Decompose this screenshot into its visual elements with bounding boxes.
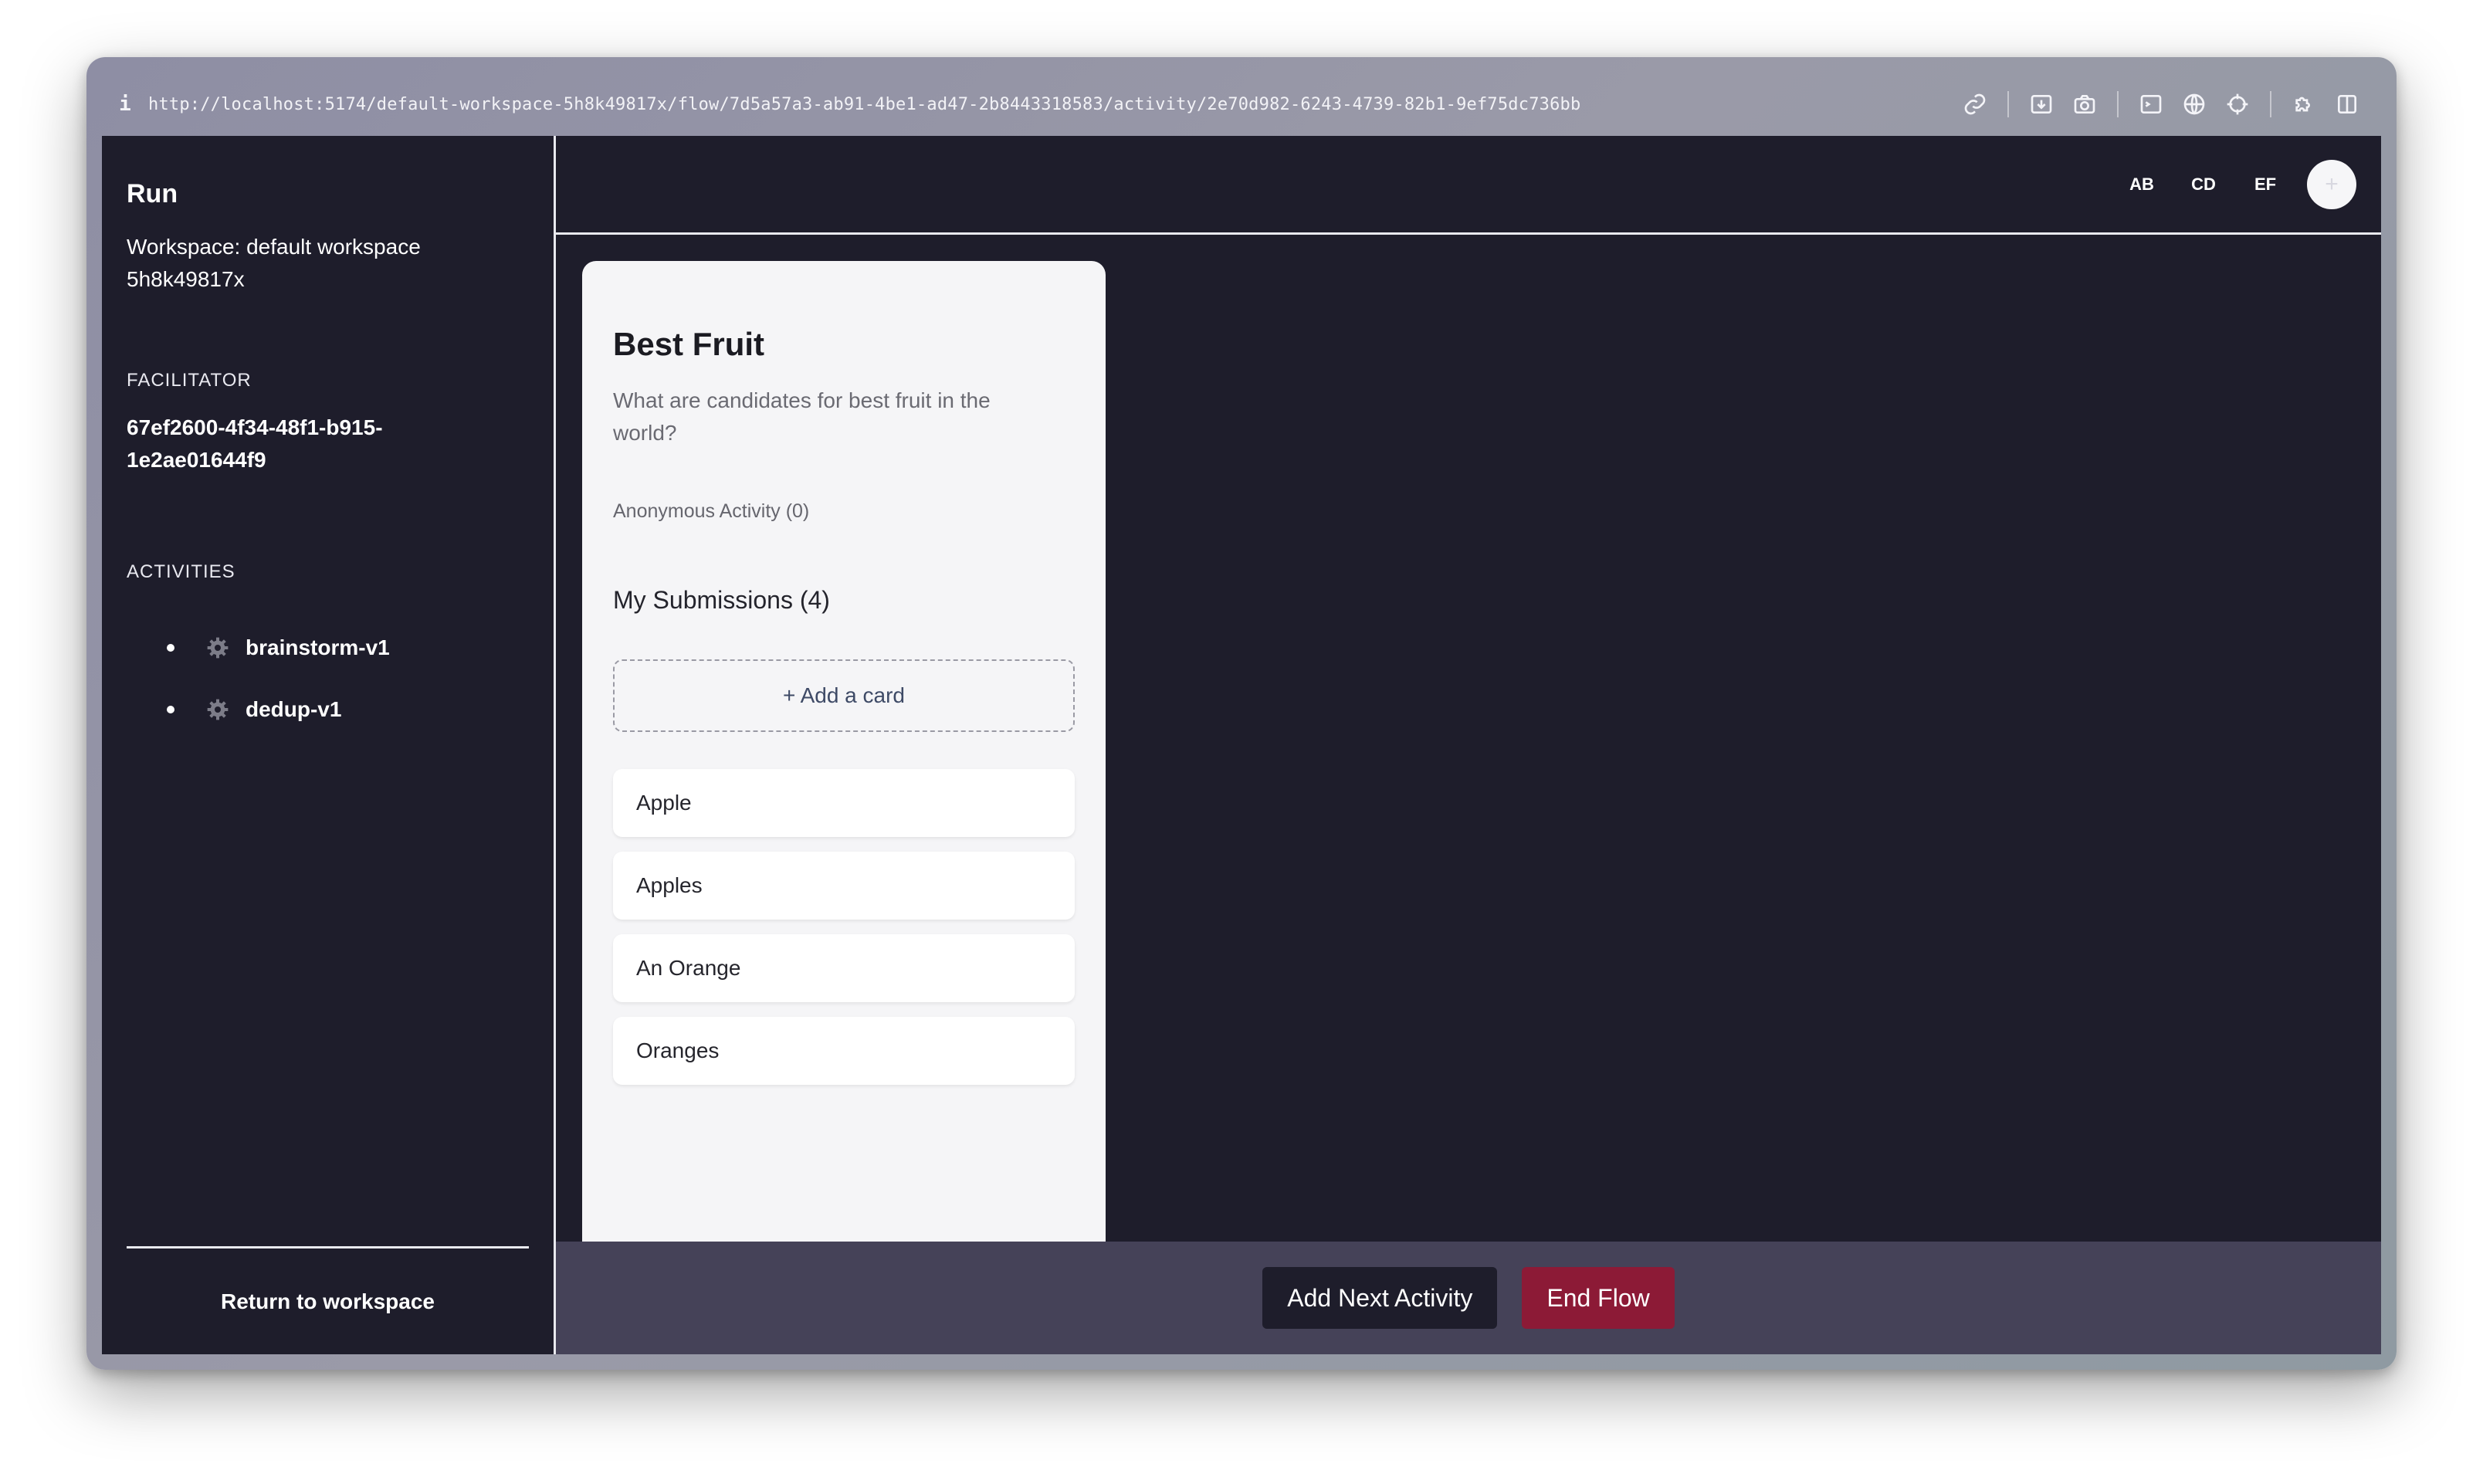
address-bar: i http://localhost:5174/default-workspac… xyxy=(102,73,2381,136)
add-participant-button[interactable]: + xyxy=(2307,159,2356,209)
activity-title: Best Fruit xyxy=(613,326,765,362)
sidebar: Run Workspace: default workspace 5h8k498… xyxy=(102,136,556,1354)
browser-toolbar xyxy=(1953,73,2369,136)
end-flow-button[interactable]: End Flow xyxy=(1522,1267,1675,1329)
activity-label: dedup-v1 xyxy=(246,697,342,721)
terminal-icon[interactable] xyxy=(2129,83,2173,126)
facilitator-id: 67ef2600-4f34-48f1-b915-1e2ae01644f9 xyxy=(127,415,383,472)
bullet xyxy=(167,644,174,652)
page-title: Run xyxy=(127,179,178,208)
toolbar-divider xyxy=(2270,91,2271,117)
participants-bar: AB CD EF + xyxy=(556,136,2381,235)
browser-window: i http://localhost:5174/default-workspac… xyxy=(86,57,2397,1370)
sidebar-icon[interactable] xyxy=(2325,83,2369,126)
bullet xyxy=(167,706,174,713)
participant-ef[interactable]: EF xyxy=(2234,174,2296,195)
my-submissions-heading: My Submissions (4) xyxy=(613,586,830,614)
return-to-workspace-button[interactable]: Return to workspace xyxy=(221,1289,435,1314)
add-card-button[interactable]: + Add a card xyxy=(613,659,1075,732)
crosshair-icon[interactable] xyxy=(2216,83,2259,126)
activity-list: brainstorm-v1 dedup-v1 xyxy=(127,617,529,740)
url-text[interactable]: http://localhost:5174/default-workspace-… xyxy=(148,95,1580,114)
sidebar-footer: Return to workspace xyxy=(127,1246,529,1354)
gear-icon xyxy=(205,697,230,722)
anonymous-activity-count: Anonymous Activity (0) xyxy=(613,500,810,522)
action-bar: Add Next Activity End Flow xyxy=(556,1242,2381,1354)
activities-label: ACTIVITIES xyxy=(127,561,235,582)
participant-cd[interactable]: CD xyxy=(2173,174,2234,195)
toolbar-divider xyxy=(2007,91,2009,117)
activity-panel: Best Fruit What are candidates for best … xyxy=(582,261,1106,1242)
link-icon[interactable] xyxy=(1953,83,1997,126)
main-area: AB CD EF + Best Fruit What are candidate… xyxy=(556,136,2381,1354)
submission-card[interactable]: Apples xyxy=(613,852,1075,920)
activity-question: What are candidates for best fruit in th… xyxy=(613,388,991,445)
submission-card[interactable]: An Orange xyxy=(613,934,1075,1002)
toolbar-divider xyxy=(2117,91,2119,117)
download-icon[interactable] xyxy=(2020,83,2063,126)
puzzle-icon[interactable] xyxy=(2282,83,2325,126)
info-icon[interactable]: i xyxy=(102,93,148,116)
activity-label: brainstorm-v1 xyxy=(246,635,390,659)
activity-item-dedup[interactable]: dedup-v1 xyxy=(127,679,529,740)
submission-list: Apple Apples An Orange Oranges xyxy=(613,769,1075,1085)
workspace-name: Workspace: default workspace 5h8k49817x xyxy=(127,235,421,291)
camera-icon[interactable] xyxy=(2063,83,2106,126)
gear-icon xyxy=(205,635,230,660)
facilitator-label: FACILITATOR xyxy=(127,370,252,391)
participant-ab[interactable]: AB xyxy=(2111,174,2173,195)
globe-icon[interactable] xyxy=(2173,83,2216,126)
add-next-activity-button[interactable]: Add Next Activity xyxy=(1262,1267,1498,1329)
submission-card[interactable]: Oranges xyxy=(613,1017,1075,1085)
activity-item-brainstorm[interactable]: brainstorm-v1 xyxy=(127,617,529,679)
submission-card[interactable]: Apple xyxy=(613,769,1075,837)
app-viewport: Run Workspace: default workspace 5h8k498… xyxy=(102,136,2381,1354)
